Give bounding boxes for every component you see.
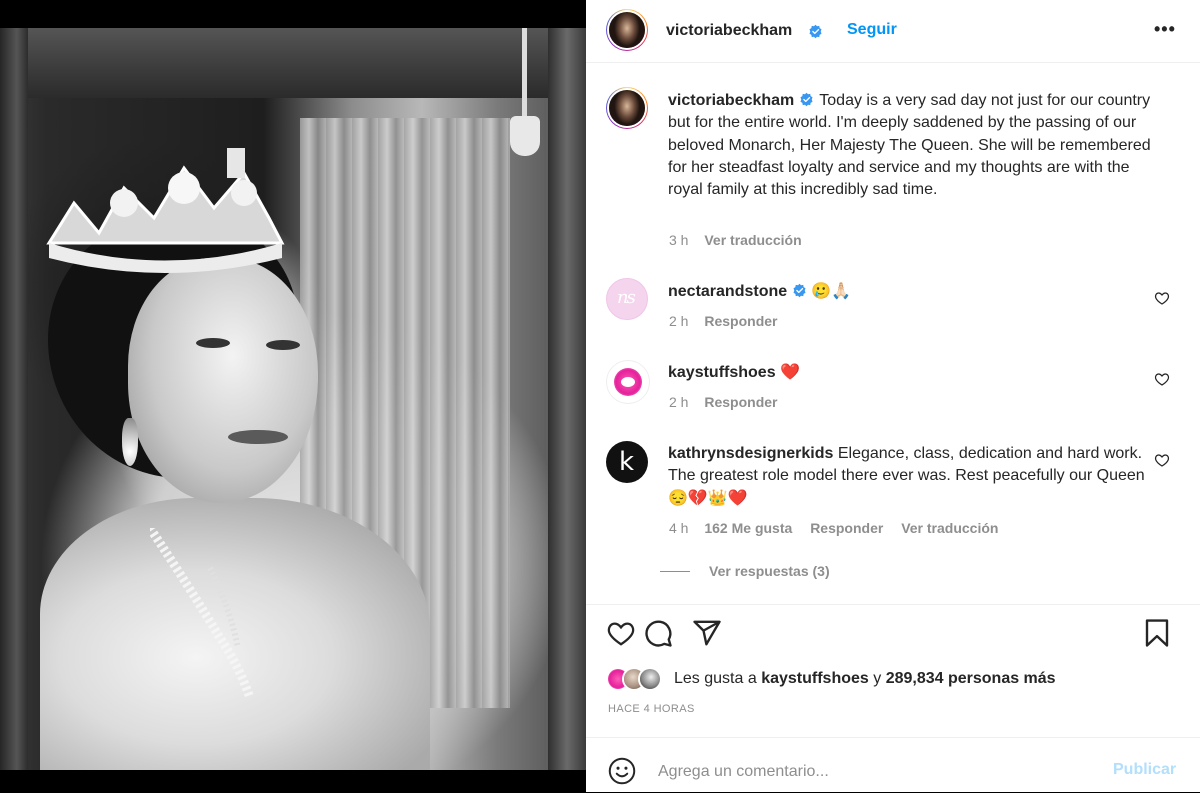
like-heart-icon[interactable] [606, 618, 636, 648]
view-replies-button[interactable]: Ver respuestas (3) [709, 563, 830, 579]
caption-meta: 3 h Ver traducción [669, 232, 802, 248]
follow-button[interactable]: Seguir [847, 21, 897, 39]
comment-likes-count[interactable]: 162 Me gusta [704, 520, 792, 536]
reply-button[interactable]: Responder [704, 313, 777, 329]
comment-meta: 2 h Responder [669, 394, 777, 410]
verified-badge-icon [809, 24, 822, 39]
like-comment-heart-icon[interactable] [1154, 290, 1170, 306]
caption-translate-link[interactable]: Ver traducción [704, 232, 801, 248]
comment-text: 🥲🙏🏻 [811, 283, 851, 300]
comment-avatar-kaystuffshoes[interactable] [606, 360, 650, 404]
caption-author-avatar[interactable] [606, 87, 648, 129]
share-paper-plane-icon[interactable] [692, 618, 722, 648]
publish-button[interactable]: Publicar [1113, 761, 1176, 779]
author-avatar[interactable] [606, 9, 648, 51]
caption: victoriabeckham Today is a very sad day n… [668, 90, 1168, 201]
liker-avatar[interactable] [640, 669, 660, 689]
post-timestamp[interactable]: HACE 4 HORAS [608, 703, 695, 715]
post-header: victoriabeckham Seguir ••• [586, 0, 1200, 63]
comment-username[interactable]: kaystuffshoes [668, 364, 776, 381]
comment-text: ❤️ [780, 364, 800, 381]
emoji-smiley-icon[interactable] [608, 757, 636, 785]
comment-item: kaystuffshoes ❤️ [668, 362, 1158, 384]
comment-time[interactable]: 4 h [669, 520, 688, 536]
likes-count-text[interactable]: Les gusta a kaystuffshoes y 289,834 pers… [674, 670, 1056, 688]
instagram-post-modal: victoriabeckham Seguir ••• victoriabeckh… [0, 0, 1200, 792]
comment-username[interactable]: nectarandstone [668, 283, 787, 300]
comment-item: kathrynsdesignerkids Elegance, class, de… [668, 443, 1158, 510]
reply-button[interactable]: Responder [810, 520, 883, 536]
comment-time[interactable]: 2 h [669, 394, 688, 410]
comment-username[interactable]: kathrynsdesignerkids [668, 445, 833, 462]
more-options-icon[interactable]: ••• [1154, 19, 1176, 40]
verified-badge-icon [793, 283, 806, 298]
caption-username[interactable]: victoriabeckham [668, 92, 794, 109]
verified-badge-icon [800, 92, 813, 107]
post-side-panel: victoriabeckham Seguir ••• victoriabeckh… [586, 0, 1200, 792]
post-actions: Les gusta a kaystuffshoes y 289,834 pers… [586, 604, 1200, 737]
save-bookmark-icon[interactable] [1142, 618, 1172, 648]
queen-portrait-image [0, 28, 586, 770]
post-photo[interactable] [0, 0, 586, 792]
author-username[interactable]: victoriabeckham [666, 22, 792, 40]
comment-input[interactable] [656, 755, 1080, 789]
comment-bubble-icon[interactable] [643, 618, 673, 648]
comment-meta: 2 h Responder [669, 313, 777, 329]
comment-composer: Publicar [586, 737, 1200, 793]
reply-button[interactable]: Responder [704, 394, 777, 410]
comment-meta: 4 h 162 Me gusta Responder Ver traducció… [669, 520, 998, 536]
comment-item: nectarandstone 🥲🙏🏻 [668, 281, 1158, 303]
like-comment-heart-icon[interactable] [1154, 371, 1170, 387]
replies-divider [660, 571, 690, 572]
like-comment-heart-icon[interactable] [1154, 452, 1170, 468]
likes-summary: Les gusta a kaystuffshoes y 289,834 pers… [608, 667, 1188, 691]
comment-avatar-kathrynsdesignerkids[interactable]: k [606, 441, 648, 483]
liker-username[interactable]: kaystuffshoes [761, 670, 869, 687]
comment-time[interactable]: 2 h [669, 313, 688, 329]
comment-avatar-nectarandstone[interactable]: ns [606, 278, 648, 320]
caption-time[interactable]: 3 h [669, 232, 688, 248]
comment-translate-link[interactable]: Ver traducción [901, 520, 998, 536]
likes-others-link[interactable]: 289,834 personas más [886, 670, 1056, 687]
